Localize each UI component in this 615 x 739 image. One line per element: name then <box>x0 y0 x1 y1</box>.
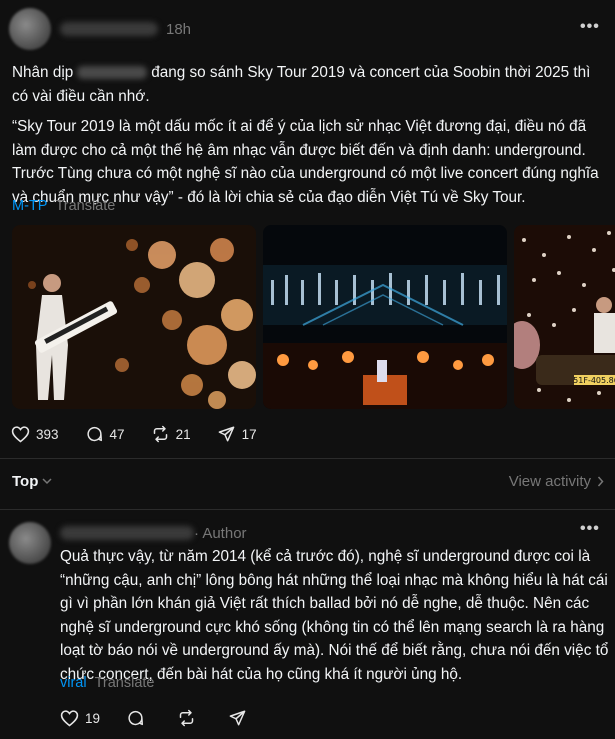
post-text-quote: “Sky Tour 2019 là một dấu mốc ít ai để ý… <box>12 118 599 206</box>
reply-actions: 19 <box>60 709 279 727</box>
translate-link[interactable]: Translate <box>95 675 155 691</box>
reply-username-blurred[interactable] <box>60 526 194 540</box>
repost-icon <box>179 709 194 727</box>
replies-sort-bar: Top View activity <box>12 471 604 495</box>
photo-stage-wide[interactable] <box>263 225 507 409</box>
topic-tag[interactable]: M-TP <box>12 198 47 214</box>
chevron-right-icon <box>597 476 604 487</box>
photo-performer-keytar[interactable] <box>12 225 256 409</box>
divider <box>0 509 615 510</box>
like-count: 393 <box>36 426 59 442</box>
share-icon <box>218 426 234 442</box>
like-count: 19 <box>85 710 101 726</box>
avatar[interactable] <box>9 8 51 50</box>
blurred-mention <box>77 66 148 80</box>
photo-car-snow[interactable]: 51F-405.86 <box>514 225 615 409</box>
repost-icon <box>153 425 167 443</box>
translate-link[interactable]: Translate <box>55 198 115 214</box>
repost-button[interactable] <box>177 709 202 727</box>
repost-button[interactable]: 21 <box>151 425 191 443</box>
post-text-intro: Nhân dịp đang so sánh Sky Tour 2019 và co… <box>12 64 591 105</box>
divider <box>0 458 615 459</box>
media-carousel[interactable]: 51F-405.86 <box>12 225 615 409</box>
like-button[interactable]: 19 <box>60 709 100 727</box>
plate-text: 51F-405.86 <box>573 376 615 385</box>
post-time: 18h <box>166 21 192 38</box>
reply-tagline: viral Translate <box>60 675 155 691</box>
like-button[interactable]: 393 <box>11 425 59 443</box>
share-button[interactable] <box>228 709 253 727</box>
sort-dropdown-label[interactable]: Top <box>12 473 38 490</box>
share-count: 17 <box>241 426 257 442</box>
more-icon[interactable]: ••• <box>580 18 600 36</box>
comment-button[interactable]: 47 <box>85 425 125 443</box>
post-tagline: M-TP Translate <box>12 198 115 214</box>
reply-avatar[interactable] <box>9 522 51 564</box>
repost-count: 21 <box>175 426 191 442</box>
more-icon[interactable]: ••• <box>580 520 600 538</box>
view-activity-link[interactable]: View activity <box>509 473 604 490</box>
comment-button[interactable] <box>126 709 151 727</box>
share-icon <box>229 710 246 726</box>
comment-icon <box>86 426 102 442</box>
comment-count: 47 <box>109 426 125 442</box>
heart-icon <box>11 426 30 443</box>
chevron-down-icon[interactable] <box>42 477 52 485</box>
comment-icon <box>128 710 144 726</box>
author-badge: · Author <box>194 525 247 542</box>
topic-tag[interactable]: viral <box>60 675 87 691</box>
username-blurred[interactable] <box>60 22 158 36</box>
reply-text: Quả thực vậy, từ năm 2014 (kể cả trước đ… <box>60 548 609 683</box>
view-activity-label: View activity <box>508 473 591 490</box>
share-button[interactable]: 17 <box>217 425 257 443</box>
post-actions: 393 47 21 17 <box>11 425 283 443</box>
heart-icon <box>60 710 79 727</box>
